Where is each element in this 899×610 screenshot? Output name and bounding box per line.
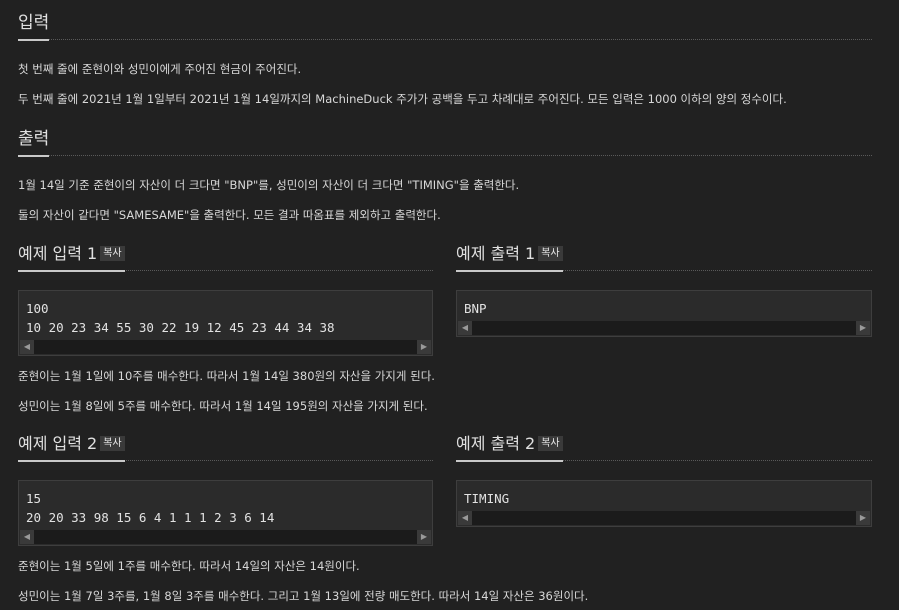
sample-output-1-title-text: 예제 출력 1 bbox=[456, 244, 536, 263]
sample-input-1-header: 예제 입력 1 복사 bbox=[18, 238, 433, 272]
sample-1-note-2: 성민이는 1월 8일에 5주를 매수한다. 따라서 1월 14일 195원의 자… bbox=[18, 399, 428, 413]
sample-input-2-header: 예제 입력 2 복사 bbox=[18, 428, 433, 462]
horizontal-scrollbar[interactable]: ◀ ▶ bbox=[458, 321, 870, 335]
horizontal-scrollbar[interactable]: ◀ ▶ bbox=[20, 530, 431, 544]
sample-input-1-box: 100 10 20 23 34 55 30 22 19 12 45 23 44 … bbox=[18, 290, 433, 356]
sample-output-2-text: TIMING bbox=[464, 491, 510, 506]
sample-input-2-box: 15 20 20 33 98 15 6 4 1 1 1 2 3 6 14 ◀ ▶ bbox=[18, 480, 433, 546]
sample-input-2-line-1: 15 bbox=[26, 491, 42, 506]
sample-input-2-text: 15 20 20 33 98 15 6 4 1 1 1 2 3 6 14 bbox=[26, 489, 274, 527]
input-description-line-2: 두 번째 줄에 2021년 1월 1일부터 2021년 1월 14일까지의 Ma… bbox=[18, 92, 787, 106]
horizontal-scrollbar[interactable]: ◀ ▶ bbox=[458, 511, 870, 525]
sample-input-1-title-text: 예제 입력 1 bbox=[18, 244, 98, 263]
output-section-header: 출력 bbox=[18, 123, 872, 157]
sample-input-2-title-text: 예제 입력 2 bbox=[18, 434, 98, 453]
problem-page: 입력 첫 번째 줄에 준현이와 성민이에게 주어진 현금이 주어진다. 두 번째… bbox=[0, 0, 899, 610]
sample-input-1-line-2: 10 20 23 34 55 30 22 19 12 45 23 44 34 3… bbox=[26, 320, 335, 335]
sample-output-2-title: 예제 출력 2 복사 bbox=[456, 434, 563, 462]
sample-1-note-1: 준현이는 1월 1일에 10주를 매수한다. 따라서 1월 14일 380원의 … bbox=[18, 369, 435, 383]
sample-output-1-text: BNP bbox=[464, 301, 487, 316]
sample-output-2-header: 예제 출력 2 복사 bbox=[456, 428, 872, 462]
sample-output-1-title: 예제 출력 1 복사 bbox=[456, 244, 563, 272]
scroll-right-arrow-icon[interactable]: ▶ bbox=[856, 321, 870, 335]
sample-input-1-title: 예제 입력 1 복사 bbox=[18, 244, 125, 272]
sample-input-1-line-1: 100 bbox=[26, 301, 49, 316]
copy-button[interactable]: 복사 bbox=[100, 246, 125, 261]
sample-output-1-header: 예제 출력 1 복사 bbox=[456, 238, 872, 272]
output-description-line-2: 둘의 자산이 같다면 "SAMESAME"을 출력한다. 모든 결과 따옴표를 … bbox=[18, 208, 441, 222]
sample-2-note-2: 성민이는 1월 7일 3주를, 1월 8일 3주를 매수한다. 그리고 1월 1… bbox=[18, 589, 589, 603]
horizontal-scrollbar[interactable]: ◀ ▶ bbox=[20, 340, 431, 354]
sample-output-1-box: BNP ◀ ▶ bbox=[456, 290, 872, 337]
copy-button[interactable]: 복사 bbox=[538, 246, 563, 261]
scroll-left-arrow-icon[interactable]: ◀ bbox=[20, 530, 34, 544]
sample-2-note-1: 준현이는 1월 5일에 1주를 매수한다. 따라서 14일의 자산은 14원이다… bbox=[18, 559, 360, 573]
output-section-title: 출력 bbox=[18, 129, 50, 157]
sample-input-2-title: 예제 입력 2 복사 bbox=[18, 434, 125, 462]
input-section-title: 입력 bbox=[18, 13, 50, 41]
copy-button[interactable]: 복사 bbox=[538, 436, 563, 451]
scroll-right-arrow-icon[interactable]: ▶ bbox=[417, 530, 431, 544]
scroll-right-arrow-icon[interactable]: ▶ bbox=[856, 511, 870, 525]
scroll-left-arrow-icon[interactable]: ◀ bbox=[458, 511, 472, 525]
output-description-line-1: 1월 14일 기준 준현이의 자산이 더 크다면 "BNP"를, 성민이의 자산… bbox=[18, 178, 520, 192]
sample-output-2-box: TIMING ◀ ▶ bbox=[456, 480, 872, 527]
input-section-header: 입력 bbox=[18, 7, 872, 41]
sample-output-2-title-text: 예제 출력 2 bbox=[456, 434, 536, 453]
scroll-right-arrow-icon[interactable]: ▶ bbox=[417, 340, 431, 354]
copy-button[interactable]: 복사 bbox=[100, 436, 125, 451]
input-description-line-1: 첫 번째 줄에 준현이와 성민이에게 주어진 현금이 주어진다. bbox=[18, 62, 302, 76]
scroll-left-arrow-icon[interactable]: ◀ bbox=[458, 321, 472, 335]
sample-input-2-line-2: 20 20 33 98 15 6 4 1 1 1 2 3 6 14 bbox=[26, 510, 275, 525]
sample-input-1-text: 100 10 20 23 34 55 30 22 19 12 45 23 44 … bbox=[26, 299, 335, 337]
scroll-left-arrow-icon[interactable]: ◀ bbox=[20, 340, 34, 354]
